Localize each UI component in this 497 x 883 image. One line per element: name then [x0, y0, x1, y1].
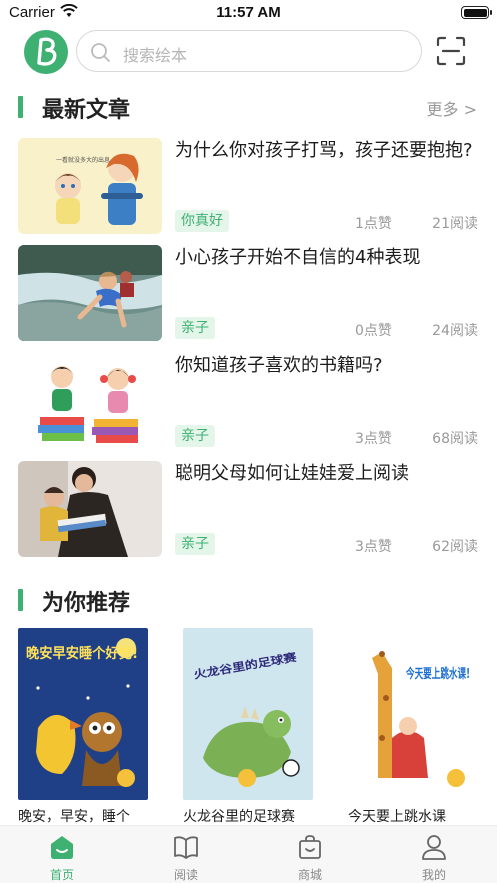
search-icon: [91, 43, 110, 62]
tab-label: 阅读: [173, 868, 198, 882]
article-item[interactable]: 你知道孩子喜欢的书籍吗? 亲子 3点赞 68阅读: [0, 353, 497, 451]
home-icon: [51, 836, 73, 859]
book-card[interactable]: 今天要上跳水课! 今天要上跳水课: [348, 628, 478, 826]
section-accent-bar: [18, 589, 23, 611]
article-title: 聪明父母如何让娃娃爱上阅读: [175, 463, 409, 484]
article-title: 你知道孩子喜欢的书籍吗?: [175, 355, 383, 376]
status-time: 11:57 AM: [216, 4, 281, 21]
search-placeholder: 搜索绘本: [123, 46, 188, 65]
book-title: 晚安，早安，睡个: [18, 809, 130, 825]
shopping-bag-icon: [299, 835, 321, 859]
article-title: 小心孩子开始不自信的4种表现: [175, 247, 421, 268]
app-logo[interactable]: [24, 30, 68, 74]
book-cover: 火龙谷里的足球赛: [183, 628, 313, 800]
user-icon: [422, 835, 446, 860]
section-accent-bar: [18, 96, 23, 118]
article-thumbnail: [18, 461, 162, 557]
tab-home[interactable]: 首页: [0, 826, 124, 883]
tab-read[interactable]: 阅读: [124, 826, 248, 883]
tab-label: 商城: [297, 868, 322, 882]
book-cover-title: 今天要上跳水课!: [405, 666, 470, 682]
tab-shop[interactable]: 商城: [248, 826, 372, 883]
status-bar: Carrier 11:57 AM: [0, 0, 497, 26]
recommend-section-header: 为你推荐: [0, 583, 497, 617]
book-icon: [174, 836, 198, 859]
book-cover: 晚安早安睡个好觉!: [18, 628, 148, 800]
article-tag: 亲子: [175, 317, 215, 339]
article-item[interactable]: 小心孩子开始不自信的4种表现 亲子 0点赞 24阅读: [0, 245, 497, 343]
scan-icon[interactable]: [436, 36, 466, 66]
article-tag: 亲子: [175, 533, 215, 555]
tab-label: 我的: [421, 868, 446, 882]
article-thumbnail: [18, 353, 162, 449]
book-card[interactable]: 火龙谷里的足球赛 火龙谷里的足球赛: [183, 628, 313, 826]
book-title: 今天要上跳水课: [348, 809, 446, 825]
article-thumbnail: [18, 245, 162, 341]
tab-label: 首页: [49, 868, 74, 882]
article-tag: 你真好: [175, 210, 229, 232]
search-input[interactable]: 搜索绘本: [76, 30, 422, 72]
article-likes: 0点赞: [355, 323, 392, 339]
article-item[interactable]: 聪明父母如何让娃娃爱上阅读 亲子 3点赞 62阅读: [0, 461, 497, 559]
battery-icon: [461, 6, 492, 19]
book-title: 火龙谷里的足球赛: [183, 809, 295, 825]
article-thumbnail: 一看就没多大的出息: [18, 138, 162, 234]
more-link[interactable]: 更多 >: [427, 96, 478, 120]
article-tag: 亲子: [175, 425, 215, 447]
thumb-caption: 一看就没多大的出息: [56, 156, 110, 164]
articles-section-header: 最新文章 更多 >: [0, 90, 497, 124]
article-reads: 68阅读: [432, 431, 478, 447]
book-cover-title: 晚安早安睡个好觉!: [26, 645, 138, 662]
article-title: 为什么你对孩子打骂，孩子还要抱抱?: [175, 140, 473, 161]
article-likes: 3点赞: [355, 431, 392, 447]
article-reads: 21阅读: [432, 216, 478, 232]
tab-bar: 首页 阅读 商城 我的: [0, 825, 497, 883]
article-item[interactable]: 一看就没多大的出息 为什么你对孩子打骂，孩子还要抱抱? 你真好 1点赞 21阅读: [0, 138, 497, 236]
book-cover: 今天要上跳水课!: [348, 628, 478, 800]
article-likes: 1点赞: [355, 216, 392, 232]
top-bar: 搜索绘本: [0, 26, 497, 78]
section-title: 为你推荐: [42, 591, 131, 616]
book-card[interactable]: 晚安早安睡个好觉! 晚安，早安，睡个: [18, 628, 148, 826]
article-reads: 24阅读: [432, 323, 478, 339]
tab-me[interactable]: 我的: [372, 826, 496, 883]
section-title: 最新文章: [42, 98, 131, 123]
article-reads: 62阅读: [432, 539, 478, 555]
article-likes: 3点赞: [355, 539, 392, 555]
